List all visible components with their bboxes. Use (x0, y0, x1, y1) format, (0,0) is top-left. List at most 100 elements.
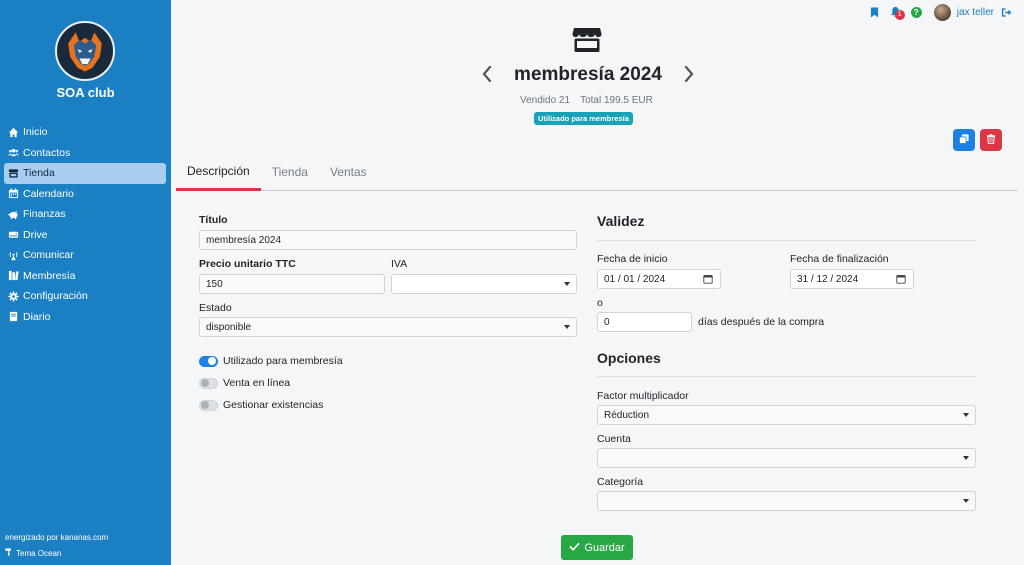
calendar-icon (8, 188, 19, 199)
title-input[interactable]: membresía 2024 (199, 230, 577, 250)
sidebar-item-diario[interactable]: Diario (4, 307, 166, 328)
chevron-down-icon (963, 456, 969, 460)
sidebar-item-finanzas[interactable]: Finanzas (4, 204, 166, 225)
chevron-down-icon (963, 413, 969, 417)
delete-button[interactable] (980, 129, 1002, 151)
drive-icon (8, 229, 19, 240)
sold-count: Vendido 21 (520, 95, 571, 106)
sidebar-item-drive[interactable]: Drive (4, 225, 166, 246)
top-bar: 1 ? jax teller (869, 4, 1012, 21)
sidebar-nav: Inicio Contactos Tienda Calendario Finan… (4, 122, 166, 327)
page-title: membresía 2024 (514, 64, 662, 85)
club-name: SOA club (56, 85, 115, 100)
sidebar-item-label: Comunicar (23, 249, 74, 262)
tab-tienda[interactable]: Tienda (261, 152, 319, 191)
store-icon (572, 27, 602, 53)
avatar[interactable] (933, 4, 951, 21)
sidebar-item-label: Inicio (23, 126, 48, 139)
sidebar-item-label: Configuración (23, 290, 88, 303)
broadcast-icon (8, 250, 19, 261)
membership-switch[interactable] (199, 355, 218, 367)
end-date-input[interactable]: 31 / 12 / 2024 (790, 269, 914, 289)
end-date-value: 31 / 12 / 2024 (797, 273, 859, 285)
sidebar-item-label: Drive (23, 228, 48, 241)
toggle-label: Gestionar existencias (223, 399, 324, 411)
membership-icon (8, 270, 19, 281)
theme-label: Tema Ocean (16, 548, 62, 558)
toggle-membership: Utilizado para membresía (199, 355, 343, 367)
validity-heading: Validez (597, 213, 645, 229)
users-icon (8, 147, 19, 158)
or-label: o (597, 297, 603, 309)
gear-icon (8, 291, 19, 302)
status-label: Estado (199, 302, 232, 314)
factor-label: Factor multiplicador (597, 390, 689, 402)
start-date-value: 01 / 01 / 2024 (604, 273, 666, 285)
calendar-icon[interactable] (703, 274, 713, 284)
factor-value: Réduction (604, 409, 650, 421)
next-record-button[interactable] (682, 65, 696, 85)
sidebar-item-tienda[interactable]: Tienda (4, 163, 166, 184)
chevron-right-icon (684, 65, 694, 85)
club-logo[interactable] (55, 21, 115, 81)
title-label: Título (199, 214, 228, 226)
previous-record-button[interactable] (480, 65, 494, 85)
start-date-input[interactable]: 01 / 01 / 2024 (597, 269, 721, 289)
bookmark-icon[interactable] (869, 7, 881, 19)
options-heading: Opciones (597, 350, 661, 366)
sidebar-item-label: Membresía (23, 269, 76, 282)
help-icon[interactable]: ? (910, 7, 922, 18)
stock-switch[interactable] (199, 399, 218, 411)
vat-label: IVA (391, 258, 408, 270)
days-input[interactable]: 0 (597, 312, 692, 332)
notification-count-badge: 1 (894, 9, 905, 20)
chevron-down-icon (564, 325, 570, 329)
category-select[interactable] (597, 491, 976, 511)
logout-icon[interactable] (1000, 7, 1012, 19)
divider (597, 376, 976, 377)
sales-stats: Vendido 21 Total 199.5 EUR (520, 95, 653, 106)
status-value: disponible (206, 321, 252, 333)
account-label: Cuenta (597, 433, 631, 445)
account-select[interactable] (597, 448, 976, 468)
vat-select[interactable] (391, 274, 577, 294)
trash-icon (986, 133, 996, 147)
price-input[interactable]: 150 (199, 274, 385, 294)
duplicate-button[interactable] (953, 129, 975, 151)
sidebar-item-label: Contactos (23, 146, 71, 159)
powered-by[interactable]: energizado por kananas.com (5, 533, 108, 542)
chevron-down-icon (564, 282, 570, 286)
sidebar-item-label: Tienda (23, 167, 55, 180)
status-select[interactable]: disponible (199, 317, 577, 337)
tab-descripcion[interactable]: Descripción (176, 152, 261, 191)
sidebar-item-label: Finanzas (23, 208, 66, 221)
sidebar-item-configuracion[interactable]: Configuración (4, 286, 166, 307)
sidebar-item-membresia[interactable]: Membresía (4, 266, 166, 287)
sidebar-item-inicio[interactable]: Inicio (4, 122, 166, 143)
user-name[interactable]: jax teller (957, 7, 994, 18)
record-header: membresía 2024 (480, 64, 696, 86)
sales-total: Total 199.5 EUR (580, 95, 653, 106)
toggle-label: Venta en línea (223, 377, 291, 389)
sidebar-item-calendario[interactable]: Calendario (4, 184, 166, 205)
sidebar-item-comunicar[interactable]: Comunicar (4, 245, 166, 266)
sidebar-item-label: Diario (23, 310, 51, 323)
save-button[interactable]: Guardar (561, 535, 633, 560)
price-label: Precio unitario TTC (199, 258, 296, 270)
online-sale-switch[interactable] (199, 377, 218, 389)
save-label: Guardar (584, 541, 625, 554)
divider (597, 240, 976, 241)
chevron-down-icon (963, 499, 969, 503)
calendar-icon[interactable] (896, 274, 906, 284)
sidebar-item-contactos[interactable]: Contactos (4, 143, 166, 164)
days-suffix: días después de la compra (698, 316, 825, 328)
home-icon (8, 127, 19, 138)
piggy-bank-icon (8, 209, 19, 220)
theme-switcher[interactable]: Tema Ocean (5, 548, 61, 558)
tab-bar: Descripción Tienda Ventas (176, 152, 1018, 191)
factor-select[interactable]: Réduction (597, 405, 976, 425)
tab-ventas[interactable]: Ventas (319, 152, 378, 191)
start-date-label: Fecha de inicio (597, 253, 668, 265)
chevron-left-icon (482, 65, 492, 85)
notifications[interactable]: 1 (887, 6, 905, 20)
